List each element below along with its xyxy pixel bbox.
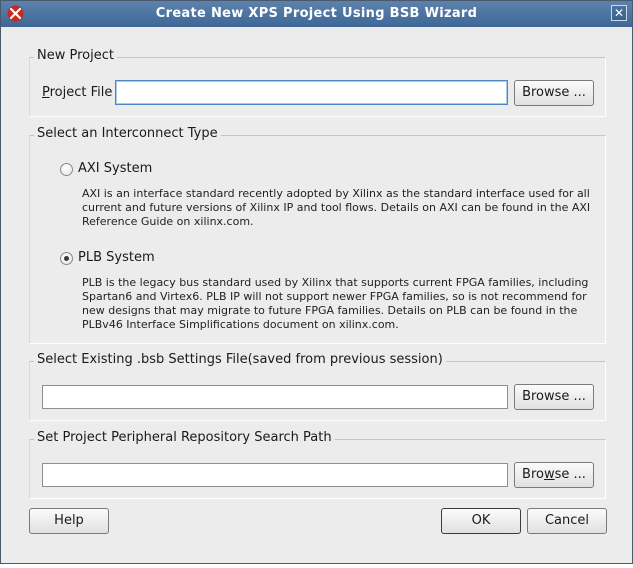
interconnect-legend: Select an Interconnect Type bbox=[34, 126, 221, 141]
bsb-settings-browse-button[interactable]: Browse ... bbox=[514, 384, 594, 410]
repo-path-input[interactable] bbox=[42, 463, 508, 487]
close-button[interactable]: ✕ bbox=[611, 5, 627, 21]
bsb-settings-input[interactable] bbox=[42, 385, 508, 409]
help-button[interactable]: Help bbox=[29, 508, 109, 534]
plb-system-radio[interactable] bbox=[60, 252, 73, 265]
project-file-browse-button[interactable]: Browse ... bbox=[514, 80, 594, 106]
new-project-legend: New Project bbox=[34, 48, 117, 63]
dialog-window: Create New XPS Project Using BSB Wizard … bbox=[0, 0, 633, 564]
ok-button[interactable]: OK bbox=[441, 508, 521, 534]
title-bar[interactable]: Create New XPS Project Using BSB Wizard … bbox=[1, 1, 632, 27]
project-file-input[interactable] bbox=[115, 80, 508, 105]
axi-system-label[interactable]: AXI System bbox=[78, 161, 152, 176]
plb-system-label[interactable]: PLB System bbox=[78, 250, 155, 265]
axi-system-radio[interactable] bbox=[60, 163, 73, 176]
bsb-settings-legend: Select Existing .bsb Settings File(saved… bbox=[34, 352, 446, 367]
axi-system-description: AXI is an interface standard recently ad… bbox=[82, 187, 591, 228]
cancel-button[interactable]: Cancel bbox=[527, 508, 607, 534]
radio-selected-dot bbox=[64, 256, 69, 261]
plb-system-description: PLB is the legacy bus standard used by X… bbox=[82, 276, 589, 331]
close-icon: ✕ bbox=[613, 6, 625, 20]
repo-path-browse-button[interactable]: Browse ... bbox=[514, 462, 594, 488]
project-file-label: Project File bbox=[42, 85, 113, 100]
window-title: Create New XPS Project Using BSB Wizard bbox=[155, 6, 478, 21]
repo-path-legend: Set Project Peripheral Repository Search… bbox=[34, 430, 335, 445]
